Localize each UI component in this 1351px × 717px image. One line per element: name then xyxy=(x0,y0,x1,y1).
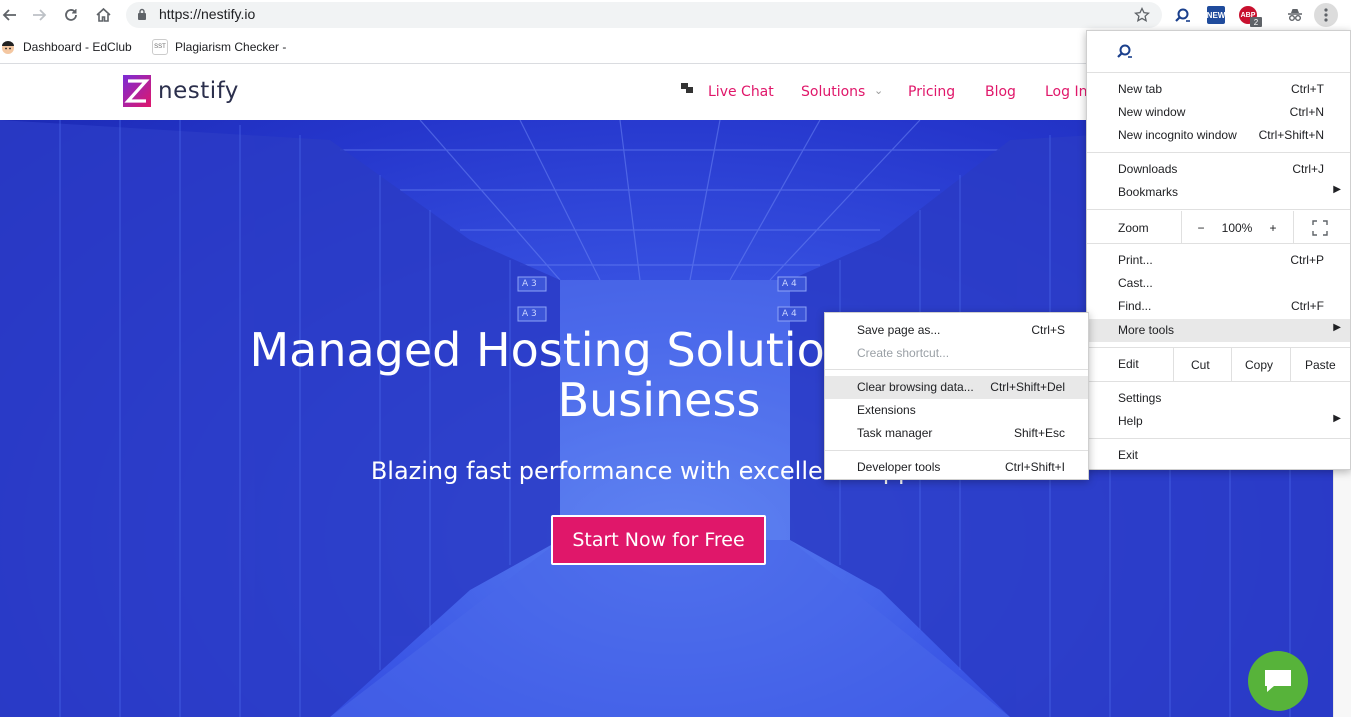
menu-settings[interactable]: Settings xyxy=(1087,387,1350,410)
browser-toolbar: https://nestify.io NEW ABP 2 xyxy=(0,0,1351,30)
find-extension-icon[interactable] xyxy=(1174,6,1192,24)
nav-live-chat[interactable]: Live Chat xyxy=(708,84,774,100)
nestify-logo[interactable]: nestify xyxy=(122,74,239,108)
bookmark-edclub[interactable]: Dashboard - EdClub xyxy=(0,39,132,55)
edclub-icon xyxy=(0,39,16,55)
url-text[interactable]: https://nestify.io xyxy=(159,6,255,22)
browser-main-menu: New tab Ctrl+T New window Ctrl+N New inc… xyxy=(1086,30,1351,470)
rack-label: A 3 xyxy=(522,309,537,319)
menu-save-page-as[interactable]: Save page as... Ctrl+S xyxy=(825,319,1088,342)
more-tools-submenu: Save page as... Ctrl+S Create shortcut..… xyxy=(824,312,1089,480)
menu-downloads[interactable]: Downloads Ctrl+J xyxy=(1087,158,1350,181)
nav-blog[interactable]: Blog xyxy=(985,84,1016,100)
menu-help[interactable]: Help ▶ xyxy=(1087,410,1350,433)
logo-text: nestify xyxy=(158,78,239,104)
incognito-extension-icon[interactable] xyxy=(1285,5,1305,25)
menu-new-incognito-window[interactable]: New incognito window Ctrl+Shift+N xyxy=(1087,124,1350,147)
back-arrow-icon[interactable] xyxy=(0,5,20,25)
submenu-arrow-icon: ▶ xyxy=(1333,184,1341,195)
chat-widget-button[interactable] xyxy=(1248,651,1308,711)
edit-copy-button[interactable]: Copy xyxy=(1245,358,1273,372)
new-extension-icon[interactable]: NEW xyxy=(1207,6,1225,24)
menu-bookmarks[interactable]: Bookmarks ▶ xyxy=(1087,181,1350,204)
more-vertical-icon[interactable] xyxy=(1314,3,1338,27)
fullscreen-icon[interactable] xyxy=(1312,220,1328,239)
rack-label: A 3 xyxy=(522,279,537,289)
edit-cut-button[interactable]: Cut xyxy=(1191,358,1210,372)
chat-icon[interactable] xyxy=(680,82,694,100)
menu-create-shortcut: Create shortcut... xyxy=(857,346,950,360)
nav-solutions[interactable]: Solutions xyxy=(801,84,865,100)
rack-label: A 4 xyxy=(782,279,797,289)
nav-login[interactable]: Log In xyxy=(1045,84,1087,100)
lock-icon xyxy=(138,8,146,20)
menu-exit[interactable]: Exit xyxy=(1087,444,1350,467)
start-now-button[interactable]: Start Now for Free xyxy=(551,515,766,565)
nav-pricing[interactable]: Pricing xyxy=(908,84,955,100)
menu-print[interactable]: Print... Ctrl+P xyxy=(1087,249,1350,272)
submenu-arrow-icon: ▶ xyxy=(1333,322,1341,333)
zoom-in-button[interactable]: + xyxy=(1267,220,1279,236)
chevron-down-icon[interactable]: ⌄ xyxy=(874,84,883,97)
menu-more-tools[interactable]: More tools ▶ xyxy=(1087,319,1350,342)
zoom-level: 100% xyxy=(1221,221,1253,235)
sst-icon: SST xyxy=(152,39,168,55)
menu-cast[interactable]: Cast... xyxy=(1087,272,1350,295)
menu-task-manager[interactable]: Task manager Shift+Esc xyxy=(825,422,1088,445)
forward-arrow-icon[interactable] xyxy=(29,5,49,25)
menu-developer-tools[interactable]: Developer tools Ctrl+Shift+I xyxy=(825,456,1088,479)
find-extension-icon[interactable] xyxy=(1116,42,1134,63)
edit-paste-button[interactable]: Paste xyxy=(1305,358,1336,372)
menu-extensions[interactable]: Extensions xyxy=(825,399,1088,422)
menu-find[interactable]: Find... Ctrl+F xyxy=(1087,295,1350,318)
menu-new-tab[interactable]: New tab Ctrl+T xyxy=(1087,78,1350,101)
nestify-logo-icon xyxy=(123,75,151,107)
bookmark-plagiarism-checker[interactable]: SST Plagiarism Checker - xyxy=(152,39,286,55)
submenu-arrow-icon: ▶ xyxy=(1333,413,1341,424)
star-icon[interactable] xyxy=(1132,5,1152,25)
reload-icon[interactable] xyxy=(61,5,81,25)
home-icon[interactable] xyxy=(93,5,113,25)
address-bar[interactable] xyxy=(126,2,1162,28)
menu-new-window[interactable]: New window Ctrl+N xyxy=(1087,101,1350,124)
chat-bubble-icon xyxy=(1265,670,1291,692)
zoom-out-button[interactable]: − xyxy=(1195,220,1207,236)
rack-label: A 4 xyxy=(782,309,797,319)
menu-clear-browsing-data[interactable]: Clear browsing data... Ctrl+Shift+Del xyxy=(825,376,1088,399)
adblock-count-badge: 2 xyxy=(1250,17,1262,27)
